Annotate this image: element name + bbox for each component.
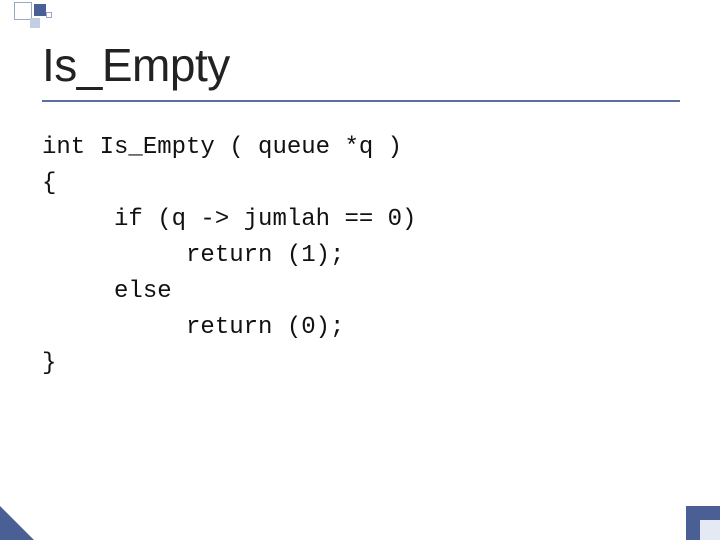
code-line: int Is_Empty ( queue *q ) xyxy=(42,134,402,161)
slide-title: Is_Empty xyxy=(42,38,230,92)
code-block: int Is_Empty ( queue *q ) { if (q -> jum… xyxy=(42,130,416,382)
accent-square-icon xyxy=(34,4,46,16)
code-line: } xyxy=(42,350,56,377)
title-rule xyxy=(42,100,680,102)
corner-accent-icon xyxy=(700,520,720,540)
code-line: { xyxy=(42,170,56,197)
code-line: return (0); xyxy=(42,314,344,341)
slide: Is_Empty int Is_Empty ( queue *q ) { if … xyxy=(0,0,720,540)
accent-square-icon xyxy=(46,12,52,18)
code-line: if (q -> jumlah == 0) xyxy=(42,206,416,233)
code-line: else xyxy=(42,278,172,305)
accent-square-icon xyxy=(30,18,40,28)
corner-accent-icon xyxy=(0,506,34,540)
code-line: return (1); xyxy=(42,242,344,269)
